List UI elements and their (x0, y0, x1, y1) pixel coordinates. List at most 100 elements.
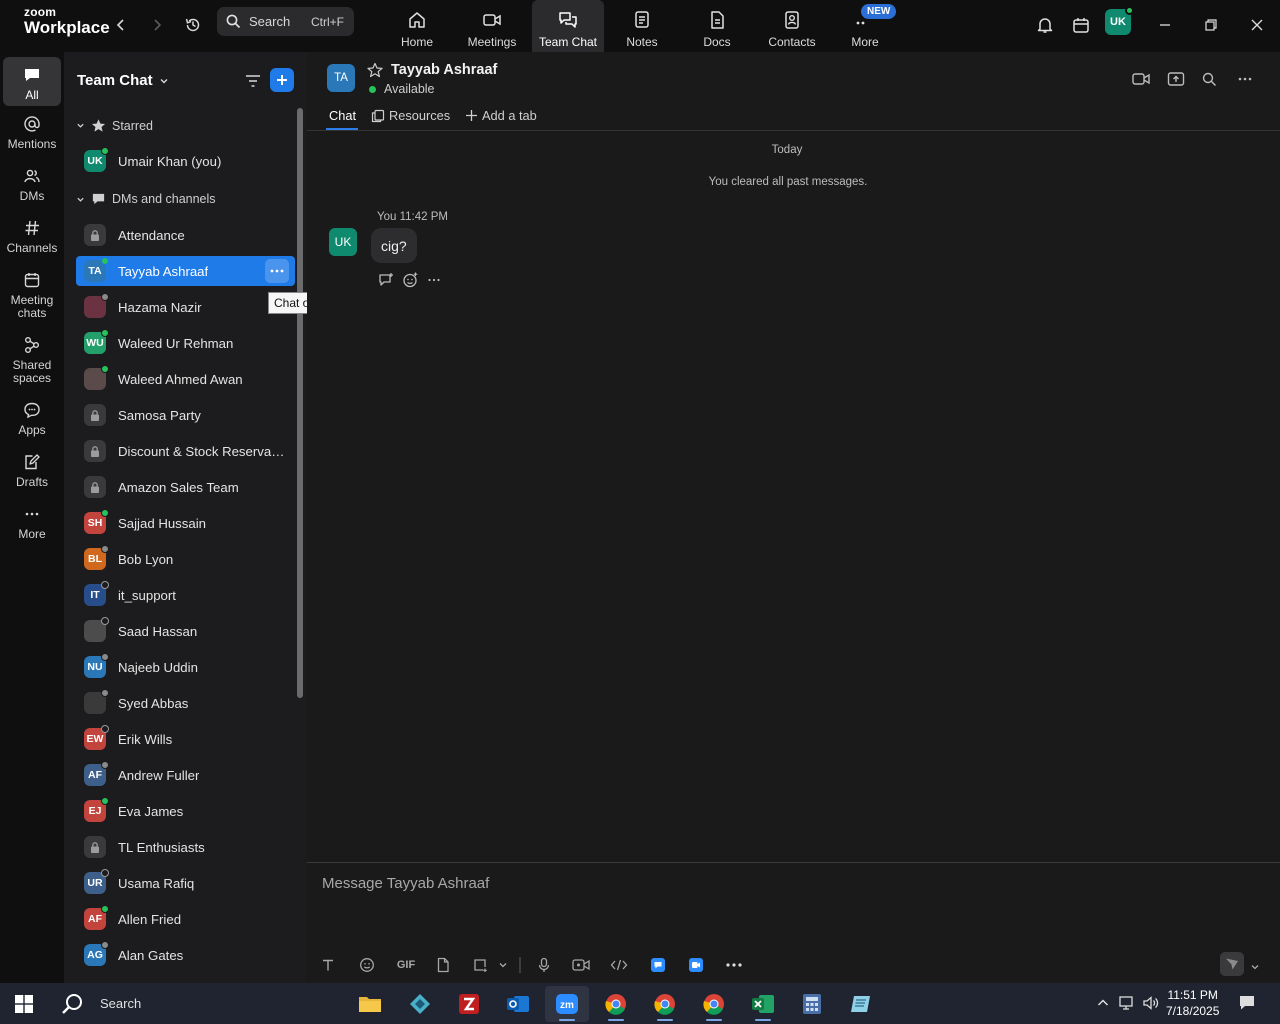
file-explorer-icon[interactable] (348, 986, 392, 1022)
video-call-icon[interactable] (1131, 70, 1151, 88)
search-icon[interactable] (1199, 70, 1219, 88)
notepad-icon[interactable] (839, 986, 883, 1022)
windows-start-button[interactable] (2, 986, 46, 1022)
volume-icon[interactable] (1142, 994, 1160, 1012)
add-reaction-icon[interactable] (401, 271, 419, 289)
star-outline-icon[interactable] (367, 62, 383, 78)
channel-row[interactable]: Samosa Party (76, 400, 295, 430)
rail-channels[interactable]: Channels (3, 218, 61, 255)
chat-options-button[interactable] (265, 259, 289, 283)
dm-row[interactable]: WU Waleed Ur Rehman (76, 328, 295, 358)
rail-mentions[interactable]: Mentions (3, 114, 61, 151)
zoom-taskbar-icon[interactable]: zm (545, 986, 589, 1022)
rail-more[interactable]: More (3, 504, 61, 541)
calendar-icon[interactable] (1068, 12, 1094, 38)
code-snippet-icon[interactable] (609, 955, 629, 975)
chrome-icon-2[interactable] (643, 986, 687, 1022)
message-more-icon[interactable] (425, 271, 443, 289)
message-author-avatar[interactable]: UK (329, 228, 357, 256)
restore-icon[interactable] (1198, 12, 1224, 38)
rail-all[interactable]: All (3, 57, 61, 106)
tray-chevron-up-icon[interactable] (1094, 994, 1112, 1012)
app-diamond-icon[interactable] (398, 986, 442, 1022)
chrome-icon-3[interactable] (692, 986, 736, 1022)
rail-drafts[interactable]: Drafts (3, 452, 61, 489)
dm-row[interactable]: IT it_support (76, 580, 295, 610)
microphone-icon[interactable] (535, 955, 553, 975)
reply-thread-icon[interactable] (377, 271, 395, 289)
tab-home[interactable]: Home (381, 0, 453, 52)
dm-row[interactable]: Saad Hassan (76, 616, 295, 646)
search-button[interactable]: Search Ctrl+F (217, 7, 354, 36)
section-starred[interactable]: Starred (76, 118, 153, 133)
message-bubble[interactable]: cig? (371, 228, 417, 263)
app-integration-icon[interactable] (649, 955, 667, 975)
forward-arrow-icon[interactable] (144, 12, 170, 38)
excel-icon[interactable] (741, 986, 785, 1022)
history-icon[interactable] (180, 12, 206, 38)
dm-row[interactable]: NU Najeeb Uddin (76, 652, 295, 682)
zoom-app-icon[interactable] (687, 955, 705, 975)
back-arrow-icon[interactable] (108, 12, 134, 38)
new-chat-button[interactable] (270, 68, 294, 92)
tab-chat[interactable]: Chat (329, 108, 356, 123)
dm-row[interactable]: Hazama Nazir (76, 292, 295, 322)
tab-resources[interactable]: Resources (371, 108, 450, 123)
emoji-icon[interactable] (358, 955, 376, 975)
minimize-icon[interactable] (1152, 12, 1178, 38)
more-tools-icon[interactable] (723, 955, 745, 975)
filter-button[interactable] (242, 70, 264, 92)
share-screen-icon[interactable] (1166, 70, 1186, 88)
send-options-chevron-icon[interactable] (1249, 957, 1261, 977)
chat-list-scrollbar[interactable] (297, 108, 303, 698)
tab-contacts[interactable]: Contacts (756, 0, 828, 52)
dm-row[interactable]: BL Bob Lyon (76, 544, 295, 574)
text-format-icon[interactable] (320, 955, 336, 975)
user-avatar[interactable]: UK (1105, 6, 1134, 35)
file-icon[interactable] (435, 955, 451, 975)
dm-row[interactable]: UK Umair Khan (you) (76, 146, 295, 176)
channel-row[interactable]: TL Enthusiasts (76, 832, 295, 862)
rail-apps[interactable]: Apps (3, 400, 61, 437)
message-input[interactable] (322, 871, 1262, 895)
channel-row[interactable]: Attendance (76, 220, 295, 250)
section-dms-channels[interactable]: DMs and channels (76, 192, 216, 206)
notification-bell-icon[interactable] (1032, 12, 1058, 38)
dm-row[interactable]: AF Allen Fried (76, 904, 295, 934)
channel-row[interactable]: Discount & Stock Reservati... (76, 436, 295, 466)
calculator-icon[interactable] (790, 986, 834, 1022)
gif-button[interactable]: GIF (395, 955, 417, 975)
dm-row[interactable]: AG Alan Gates (76, 940, 295, 970)
dm-row[interactable]: TA Tayyab Ashraaf (76, 256, 295, 286)
rail-shared-spaces[interactable]: Shared spaces (3, 335, 61, 385)
chat-contact-name[interactable]: Tayyab Ashraaf (391, 62, 497, 78)
taskbar-search[interactable]: Search (50, 983, 350, 1024)
more-options-icon[interactable] (1235, 70, 1255, 88)
tab-add-a-tab[interactable]: Add a tab (465, 108, 537, 123)
rail-dms[interactable]: DMs (3, 166, 61, 203)
taskbar-clock[interactable]: 11:51 PM 7/18/2025 (1166, 987, 1219, 1019)
dm-row[interactable]: EJ Eva James (76, 796, 295, 826)
network-icon[interactable] (1118, 994, 1136, 1012)
rail-meeting-chats[interactable]: Meeting chats (3, 270, 61, 320)
filezilla-icon[interactable] (447, 986, 491, 1022)
dm-row[interactable]: AF Andrew Fuller (76, 760, 295, 790)
outlook-icon[interactable] (496, 986, 540, 1022)
send-button[interactable] (1220, 952, 1244, 976)
channel-row[interactable]: Amazon Sales Team (76, 472, 295, 502)
close-icon[interactable] (1244, 12, 1270, 38)
screenshot-icon[interactable] (471, 955, 489, 975)
tab-team-chat[interactable]: Team Chat (532, 0, 604, 52)
dm-row[interactable]: UR Usama Rafiq (76, 868, 295, 898)
screenshot-chevron-icon[interactable] (497, 955, 509, 975)
team-chat-title-dropdown[interactable]: Team Chat (77, 72, 169, 89)
video-message-icon[interactable] (571, 955, 591, 975)
dm-row[interactable]: EW Erik Wills (76, 724, 295, 754)
chrome-icon-1[interactable] (594, 986, 638, 1022)
dm-row[interactable]: Waleed Ahmed Awan (76, 364, 295, 394)
tab-docs[interactable]: Docs (681, 0, 753, 52)
tab-notes[interactable]: Notes (606, 0, 678, 52)
dm-row[interactable]: Syed Abbas (76, 688, 295, 718)
dm-row[interactable]: SH Sajjad Hussain (76, 508, 295, 538)
notifications-icon[interactable] (1238, 994, 1256, 1012)
